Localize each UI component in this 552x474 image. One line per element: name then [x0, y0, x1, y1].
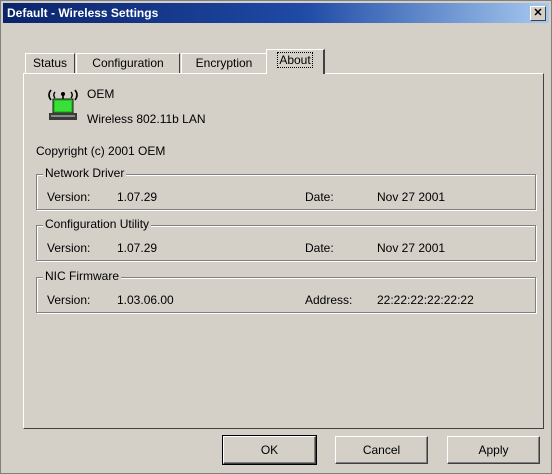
firmware-version-label: Version:	[47, 293, 91, 307]
cancel-button[interactable]: Cancel	[335, 436, 428, 464]
tab-status[interactable]: Status	[25, 53, 75, 73]
tab-encryption[interactable]: Encryption	[181, 53, 267, 73]
driver-date-value: Nov 27 2001	[377, 190, 446, 204]
configuration-utility-group: Configuration Utility Version: 1.07.29 D…	[36, 217, 536, 261]
mac-address-value: 22:22:22:22:22:22	[377, 293, 474, 307]
about-panel: OEM Wireless 802.11b LAN Copyright (c) 2…	[23, 73, 544, 429]
tab-about-label: About	[277, 52, 313, 68]
network-driver-group: Network Driver Version: 1.07.29 Date: No…	[36, 166, 536, 210]
tab-configuration[interactable]: Configuration	[76, 53, 180, 73]
driver-version-value: 1.07.29	[117, 190, 158, 204]
tab-configuration-label: Configuration	[92, 56, 164, 70]
wireless-nic-icon	[48, 89, 78, 120]
wireless-settings-window: Default - Wireless Settings ✕ Status Con…	[0, 0, 552, 474]
apply-button[interactable]: Apply	[447, 436, 540, 464]
tab-status-label: Status	[32, 56, 68, 70]
nic-firmware-group: NIC Firmware Version: 1.03.06.00 Address…	[36, 269, 536, 313]
configuration-utility-title: Configuration Utility	[43, 217, 152, 231]
driver-version-label: Version:	[47, 190, 91, 204]
tab-about[interactable]: About	[266, 49, 325, 74]
utility-version-value: 1.07.29	[117, 241, 158, 255]
copyright-text: Copyright (c) 2001 OEM	[36, 144, 166, 158]
firmware-version-value: 1.03.06.00	[117, 293, 174, 307]
product-name: Wireless 802.11b LAN	[87, 112, 206, 126]
nic-firmware-title: NIC Firmware	[43, 269, 121, 283]
ok-button[interactable]: OK	[222, 435, 317, 465]
window-title: Default - Wireless Settings	[7, 6, 159, 20]
vendor-name: OEM	[87, 87, 115, 101]
title-bar[interactable]: Default - Wireless Settings ✕	[3, 3, 549, 23]
tab-encryption-label: Encryption	[195, 56, 253, 70]
utility-date-value: Nov 27 2001	[377, 241, 446, 255]
mac-address-label: Address:	[305, 293, 353, 307]
network-driver-title: Network Driver	[43, 166, 127, 180]
driver-date-label: Date:	[305, 190, 334, 204]
utility-date-label: Date:	[305, 241, 334, 255]
utility-version-label: Version:	[47, 241, 91, 255]
close-button[interactable]: ✕	[530, 6, 546, 21]
